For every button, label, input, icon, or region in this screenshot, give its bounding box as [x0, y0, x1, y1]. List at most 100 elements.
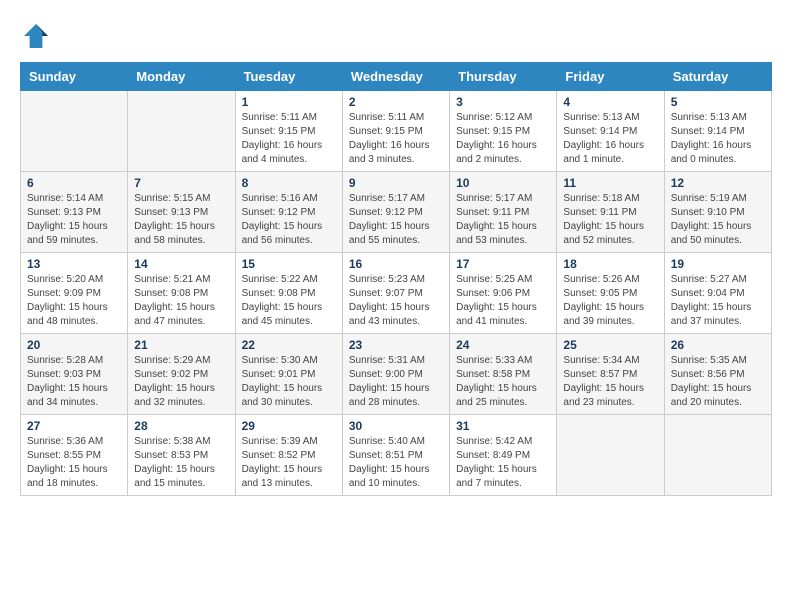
day-info: Sunrise: 5:12 AM Sunset: 9:15 PM Dayligh… — [456, 111, 550, 167]
calendar-cell: 29Sunrise: 5:39 AM Sunset: 8:52 PM Dayli… — [235, 415, 342, 496]
calendar-cell: 30Sunrise: 5:40 AM Sunset: 8:51 PM Dayli… — [342, 415, 449, 496]
day-number: 29 — [242, 419, 336, 433]
day-info: Sunrise: 5:29 AM Sunset: 9:02 PM Dayligh… — [134, 354, 228, 410]
day-info: Sunrise: 5:21 AM Sunset: 9:08 PM Dayligh… — [134, 273, 228, 329]
day-header-sunday: Sunday — [21, 63, 128, 91]
day-header-friday: Friday — [557, 63, 664, 91]
calendar: SundayMondayTuesdayWednesdayThursdayFrid… — [20, 62, 772, 496]
day-number: 13 — [27, 257, 121, 271]
day-info: Sunrise: 5:38 AM Sunset: 8:53 PM Dayligh… — [134, 435, 228, 491]
day-info: Sunrise: 5:22 AM Sunset: 9:08 PM Dayligh… — [242, 273, 336, 329]
day-number: 23 — [349, 338, 443, 352]
calendar-cell: 19 Sunrise: 5:27 AM Sunset: 9:04 PM Dayli… — [664, 253, 771, 334]
day-info: Sunrise: 5:11 AM Sunset: 9:15 PM Dayligh… — [242, 111, 336, 167]
day-number: 4 — [563, 95, 657, 109]
calendar-cell: 4 Sunrise: 5:13 AM Sunset: 9:14 PM Daylig… — [557, 91, 664, 172]
calendar-header-row: SundayMondayTuesdayWednesdayThursdayFrid… — [21, 63, 772, 91]
day-info: Sunrise: 5:33 AM Sunset: 8:58 PM Dayligh… — [456, 354, 550, 410]
day-number: 10 — [456, 176, 550, 190]
day-info: Sunrise: 5:20 AM Sunset: 9:09 PM Dayligh… — [27, 273, 121, 329]
day-number: 24 — [456, 338, 550, 352]
day-info: Sunrise: 5:26 AM Sunset: 9:05 PM Dayligh… — [563, 273, 657, 329]
header — [20, 20, 772, 52]
day-number: 7 — [134, 176, 228, 190]
day-info: Sunrise: 5:14 AM Sunset: 9:13 PM Dayligh… — [27, 192, 121, 248]
day-number: 16 — [349, 257, 443, 271]
day-info: Sunrise: 5:13 AM Sunset: 9:14 PM Dayligh… — [563, 111, 657, 167]
calendar-cell: 15Sunrise: 5:22 AM Sunset: 9:08 PM Dayli… — [235, 253, 342, 334]
calendar-cell: 28 Sunrise: 5:38 AM Sunset: 8:53 PM Dayli… — [128, 415, 235, 496]
day-info: Sunrise: 5:35 AM Sunset: 8:56 PM Dayligh… — [671, 354, 765, 410]
day-info: Sunrise: 5:42 AM Sunset: 8:49 PM Dayligh… — [456, 435, 550, 491]
day-info: Sunrise: 5:15 AM Sunset: 9:13 PM Dayligh… — [134, 192, 228, 248]
day-number: 26 — [671, 338, 765, 352]
day-info: Sunrise: 5:31 AM Sunset: 9:00 PM Dayligh… — [349, 354, 443, 410]
day-number: 11 — [563, 176, 657, 190]
day-number: 12 — [671, 176, 765, 190]
day-number: 2 — [349, 95, 443, 109]
day-number: 20 — [27, 338, 121, 352]
day-info: Sunrise: 5:18 AM Sunset: 9:11 PM Dayligh… — [563, 192, 657, 248]
calendar-cell: 23 Sunrise: 5:31 AM Sunset: 9:00 PM Dayli… — [342, 334, 449, 415]
day-number: 27 — [27, 419, 121, 433]
calendar-cell: 1 Sunrise: 5:11 AM Sunset: 9:15 PM Daylig… — [235, 91, 342, 172]
calendar-cell: 8 Sunrise: 5:16 AM Sunset: 9:12 PM Daylig… — [235, 172, 342, 253]
calendar-cell — [21, 91, 128, 172]
day-header-monday: Monday — [128, 63, 235, 91]
day-number: 14 — [134, 257, 228, 271]
calendar-cell: 26 Sunrise: 5:35 AM Sunset: 8:56 PM Dayli… — [664, 334, 771, 415]
calendar-cell: 18 Sunrise: 5:26 AM Sunset: 9:05 PM Dayli… — [557, 253, 664, 334]
day-number: 1 — [242, 95, 336, 109]
day-info: Sunrise: 5:36 AM Sunset: 8:55 PM Dayligh… — [27, 435, 121, 491]
day-info: Sunrise: 5:30 AM Sunset: 9:01 PM Dayligh… — [242, 354, 336, 410]
calendar-cell: 10Sunrise: 5:17 AM Sunset: 9:11 PM Dayli… — [450, 172, 557, 253]
week-row-3: 13 Sunrise: 5:20 AM Sunset: 9:09 PM Dayli… — [21, 253, 772, 334]
week-row-4: 20 Sunrise: 5:28 AM Sunset: 9:03 PM Dayli… — [21, 334, 772, 415]
day-header-wednesday: Wednesday — [342, 63, 449, 91]
calendar-cell: 5Sunrise: 5:13 AM Sunset: 9:14 PM Daylig… — [664, 91, 771, 172]
calendar-cell: 7 Sunrise: 5:15 AM Sunset: 9:13 PM Daylig… — [128, 172, 235, 253]
day-number: 25 — [563, 338, 657, 352]
calendar-cell: 16Sunrise: 5:23 AM Sunset: 9:07 PM Dayli… — [342, 253, 449, 334]
day-number: 3 — [456, 95, 550, 109]
calendar-cell: 25 Sunrise: 5:34 AM Sunset: 8:57 PM Dayli… — [557, 334, 664, 415]
day-number: 18 — [563, 257, 657, 271]
calendar-cell — [664, 415, 771, 496]
calendar-cell: 21 Sunrise: 5:29 AM Sunset: 9:02 PM Dayli… — [128, 334, 235, 415]
calendar-cell: 13 Sunrise: 5:20 AM Sunset: 9:09 PM Dayli… — [21, 253, 128, 334]
calendar-cell: 9 Sunrise: 5:17 AM Sunset: 9:12 PM Daylig… — [342, 172, 449, 253]
calendar-cell: 3 Sunrise: 5:12 AM Sunset: 9:15 PM Daylig… — [450, 91, 557, 172]
calendar-cell: 14 Sunrise: 5:21 AM Sunset: 9:08 PM Dayli… — [128, 253, 235, 334]
day-number: 8 — [242, 176, 336, 190]
day-header-thursday: Thursday — [450, 63, 557, 91]
day-header-saturday: Saturday — [664, 63, 771, 91]
day-number: 30 — [349, 419, 443, 433]
day-number: 28 — [134, 419, 228, 433]
day-info: Sunrise: 5:11 AM Sunset: 9:15 PM Dayligh… — [349, 111, 443, 167]
calendar-cell — [128, 91, 235, 172]
day-number: 21 — [134, 338, 228, 352]
calendar-cell: 31 Sunrise: 5:42 AM Sunset: 8:49 PM Dayli… — [450, 415, 557, 496]
day-info: Sunrise: 5:28 AM Sunset: 9:03 PM Dayligh… — [27, 354, 121, 410]
week-row-2: 6Sunrise: 5:14 AM Sunset: 9:13 PM Daylig… — [21, 172, 772, 253]
day-number: 5 — [671, 95, 765, 109]
day-info: Sunrise: 5:17 AM Sunset: 9:12 PM Dayligh… — [349, 192, 443, 248]
day-info: Sunrise: 5:34 AM Sunset: 8:57 PM Dayligh… — [563, 354, 657, 410]
calendar-cell: 17 Sunrise: 5:25 AM Sunset: 9:06 PM Dayli… — [450, 253, 557, 334]
day-info: Sunrise: 5:16 AM Sunset: 9:12 PM Dayligh… — [242, 192, 336, 248]
day-number: 31 — [456, 419, 550, 433]
day-header-tuesday: Tuesday — [235, 63, 342, 91]
calendar-cell — [557, 415, 664, 496]
day-number: 9 — [349, 176, 443, 190]
calendar-cell: 2 Sunrise: 5:11 AM Sunset: 9:15 PM Daylig… — [342, 91, 449, 172]
calendar-cell: 22Sunrise: 5:30 AM Sunset: 9:01 PM Dayli… — [235, 334, 342, 415]
day-number: 19 — [671, 257, 765, 271]
week-row-1: 1 Sunrise: 5:11 AM Sunset: 9:15 PM Daylig… — [21, 91, 772, 172]
day-info: Sunrise: 5:27 AM Sunset: 9:04 PM Dayligh… — [671, 273, 765, 329]
calendar-cell: 6Sunrise: 5:14 AM Sunset: 9:13 PM Daylig… — [21, 172, 128, 253]
calendar-cell: 27 Sunrise: 5:36 AM Sunset: 8:55 PM Dayli… — [21, 415, 128, 496]
calendar-cell: 20 Sunrise: 5:28 AM Sunset: 9:03 PM Dayli… — [21, 334, 128, 415]
day-info: Sunrise: 5:25 AM Sunset: 9:06 PM Dayligh… — [456, 273, 550, 329]
day-number: 17 — [456, 257, 550, 271]
calendar-cell: 12Sunrise: 5:19 AM Sunset: 9:10 PM Dayli… — [664, 172, 771, 253]
